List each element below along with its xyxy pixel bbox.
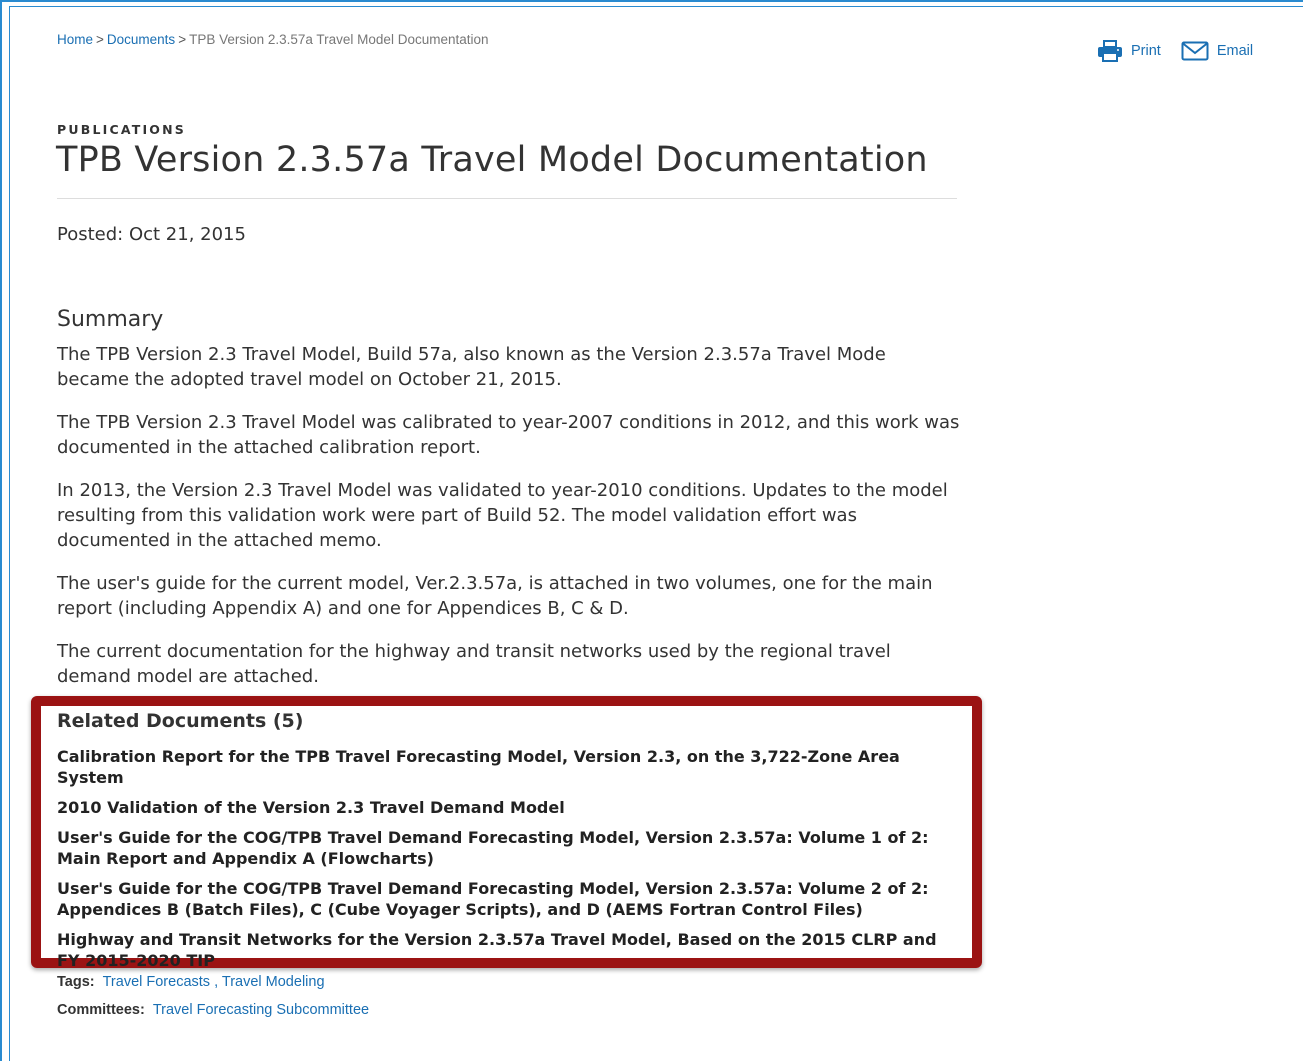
breadcrumb-separator: >	[178, 32, 187, 47]
summary-heading: Summary	[57, 307, 164, 332]
summary-paragraph: In 2013, the Version 2.3 Travel Model wa…	[57, 480, 948, 551]
related-document-link[interactable]: User's Guide for the COG/TPB Travel Dema…	[57, 879, 929, 919]
print-button[interactable]: Print	[1097, 40, 1161, 62]
email-label: Email	[1216, 43, 1254, 59]
committees-row: Committees: Travel Forecasting Subcommitt…	[57, 1002, 369, 1018]
page-title: TPB Version 2.3.57a Travel Model Documen…	[56, 140, 928, 180]
breadcrumb-separator: >	[96, 32, 104, 47]
related-documents-heading: Related Documents (5)	[57, 710, 304, 732]
summary-paragraph: The user's guide for the current model, …	[57, 573, 933, 619]
breadcrumb-current: TPB Version 2.3.57a Travel Model Documen…	[189, 32, 489, 47]
tag-separator: ,	[214, 974, 219, 990]
related-document-link[interactable]: User's Guide for the COG/TPB Travel Dema…	[57, 828, 929, 868]
posted-date: Posted: Oct 21, 2015	[57, 224, 246, 245]
summary-paragraph: The TPB Version 2.3 Travel Model, Build …	[57, 344, 886, 390]
title-divider	[57, 198, 957, 199]
tags-label: Tags:	[57, 974, 95, 990]
related-document-link[interactable]: Calibration Report for the TPB Travel Fo…	[57, 747, 900, 787]
summary-paragraph: The current documentation for the highwa…	[57, 641, 891, 687]
tag-link-travel-modeling[interactable]: Travel Modeling	[222, 974, 325, 990]
related-document-link[interactable]: Highway and Transit Networks for the Ver…	[57, 930, 937, 970]
tags-row: Tags: Travel Forecasts , Travel Modeling	[57, 974, 325, 990]
print-label: Print	[1131, 43, 1161, 59]
tag-link-travel-forecasts[interactable]: Travel Forecasts	[103, 974, 210, 990]
summary-body: The TPB Version 2.3 Travel Model, Build …	[57, 342, 962, 707]
share-tools: Print Email	[1097, 40, 1253, 62]
envelope-icon	[1181, 40, 1209, 62]
section-kicker: PUBLICATIONS	[57, 122, 187, 137]
list-item: 2010 Validation of the Version 2.3 Trave…	[57, 797, 962, 818]
breadcrumb-home-link[interactable]: Home	[57, 32, 93, 47]
related-document-link[interactable]: 2010 Validation of the Version 2.3 Trave…	[57, 798, 565, 817]
related-documents: Related Documents (5) Calibration Report…	[57, 710, 962, 980]
committees-label: Committees:	[57, 1002, 145, 1018]
related-documents-list: Calibration Report for the TPB Travel Fo…	[57, 746, 962, 971]
breadcrumb-documents-link[interactable]: Documents	[107, 32, 175, 47]
breadcrumb: Home > Documents > TPB Version 2.3.57a Trave…	[57, 32, 489, 47]
list-item: User's Guide for the COG/TPB Travel Dema…	[57, 878, 962, 920]
committee-link[interactable]: Travel Forecasting Subcommittee	[153, 1002, 369, 1018]
list-item: User's Guide for the COG/TPB Travel Dema…	[57, 827, 962, 869]
list-item: Calibration Report for the TPB Travel Fo…	[57, 746, 962, 788]
email-button[interactable]: Email	[1181, 40, 1253, 62]
summary-paragraph: The TPB Version 2.3 Travel Model was cal…	[57, 412, 960, 458]
printer-icon	[1097, 40, 1123, 62]
list-item: Highway and Transit Networks for the Ver…	[57, 929, 962, 971]
